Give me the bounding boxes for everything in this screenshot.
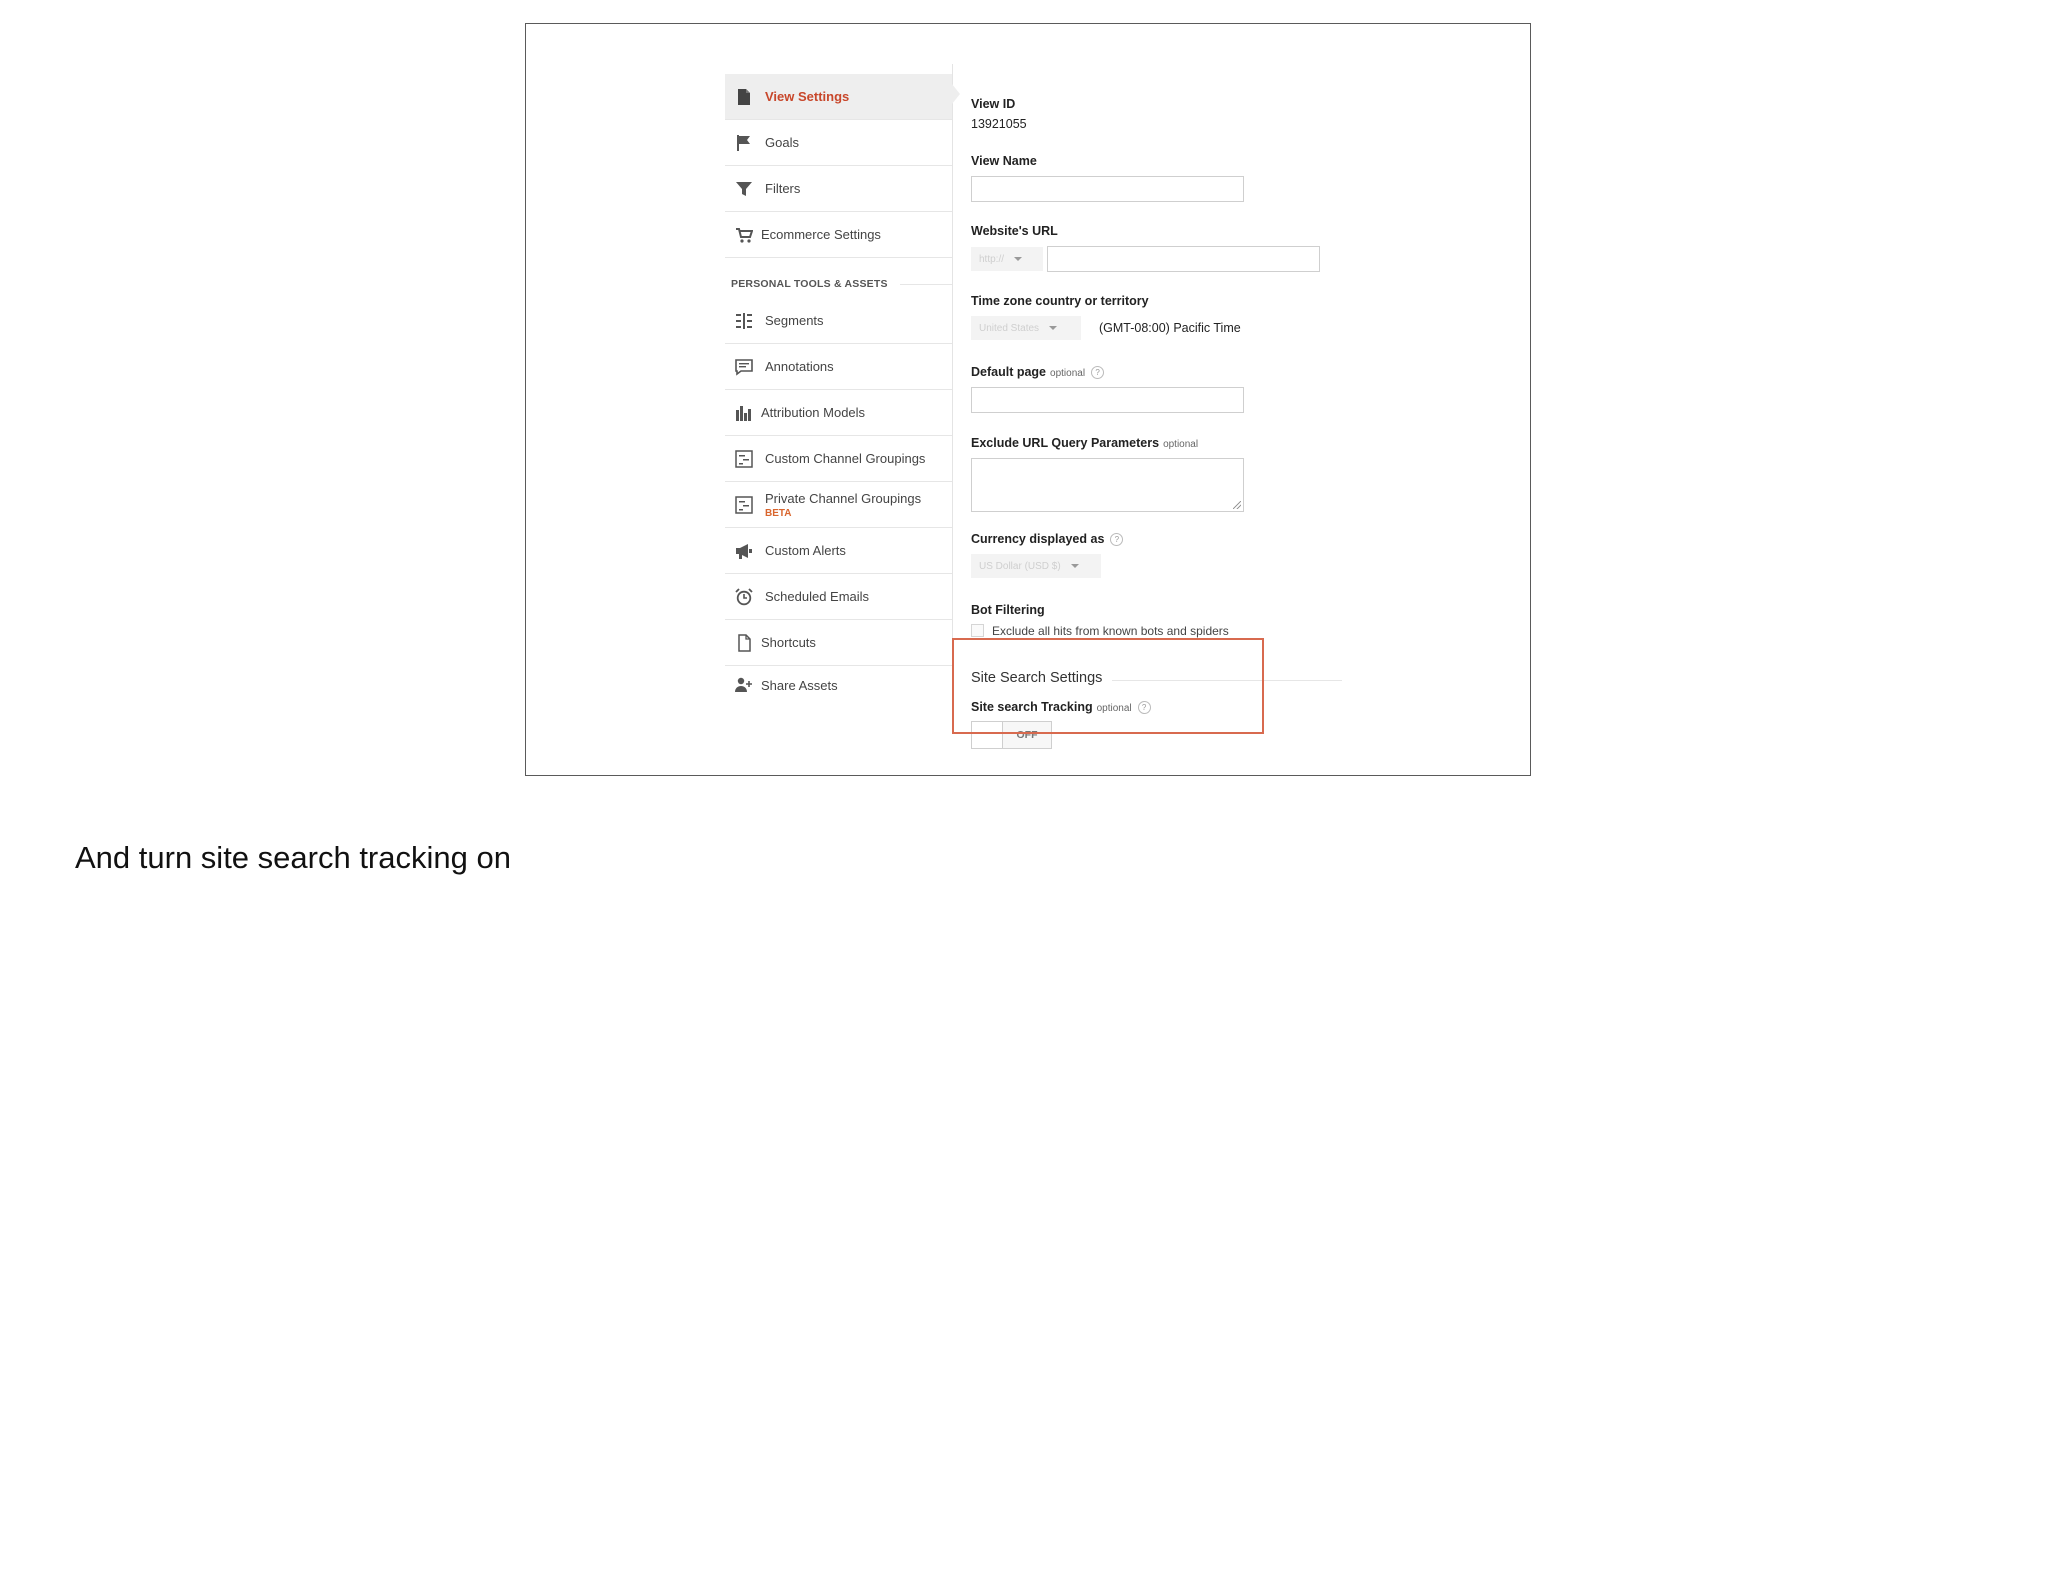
sidebar-item-label: Private Channel Groupings — [765, 490, 922, 506]
cart-icon — [733, 224, 755, 246]
timezone-field: Time zone country or territory United St… — [971, 294, 1391, 340]
slide-caption: And turn site search tracking on — [75, 840, 511, 875]
timezone-label: Time zone country or territory — [971, 294, 1149, 308]
channel-grouping-icon — [733, 494, 755, 516]
document-icon — [733, 86, 755, 108]
chevron-down-icon — [1070, 564, 1079, 568]
protocol-select[interactable]: http:// — [971, 247, 1043, 271]
sidebar-item-label: Attribution Models — [761, 405, 866, 420]
add-user-icon — [733, 674, 755, 696]
sidebar-item-ecommerce-settings[interactable]: Ecommerce Settings — [725, 212, 952, 258]
country-select[interactable]: United States — [971, 316, 1081, 340]
exclude-bots-label: Exclude all hits from known bots and spi… — [992, 623, 1229, 638]
currency-select[interactable]: US Dollar (USD $) — [971, 554, 1101, 578]
sidebar-item-label: Filters — [765, 181, 801, 196]
sidebar: View Settings Goals Filters Ecommerce Se… — [725, 74, 952, 704]
website-url-field: Website's URL http:// — [971, 224, 1320, 272]
annotation-icon — [733, 356, 755, 378]
segments-icon — [733, 310, 755, 332]
megaphone-icon — [733, 540, 755, 562]
bot-filtering-field: Bot Filtering Exclude all hits from know… — [971, 603, 1391, 640]
website-url-label: Website's URL — [971, 224, 1058, 238]
sidebar-item-custom-channel-groupings[interactable]: Custom Channel Groupings — [725, 436, 952, 482]
screenshot-frame: View Settings Goals Filters Ecommerce Se… — [525, 23, 1531, 776]
sidebar-item-share-assets[interactable]: Share Assets — [725, 666, 952, 704]
view-name-field: View Name — [971, 154, 1244, 202]
sidebar-divider — [952, 64, 953, 676]
section-heading-personal-tools: PERSONAL TOOLS & ASSETS — [725, 258, 952, 298]
sidebar-item-segments[interactable]: Segments — [725, 298, 952, 344]
beta-badge: BETA — [765, 507, 792, 519]
filter-icon — [733, 178, 755, 200]
optional-tag: optional — [1050, 368, 1086, 379]
flag-icon — [733, 132, 755, 154]
active-tab-notch — [952, 84, 960, 104]
view-id-value: 13921055 — [971, 117, 1027, 131]
default-page-field: Default page optional? — [971, 365, 1244, 413]
sidebar-item-label: Ecommerce Settings — [761, 227, 881, 242]
website-url-input[interactable] — [1047, 246, 1320, 272]
bar-chart-icon — [733, 402, 755, 424]
sidebar-item-shortcuts[interactable]: Shortcuts — [725, 620, 952, 666]
help-icon[interactable]: ? — [1091, 366, 1105, 379]
channel-grouping-icon — [733, 448, 755, 470]
sidebar-item-view-settings[interactable]: View Settings — [725, 74, 952, 120]
view-name-label: View Name — [971, 154, 1037, 168]
sidebar-item-label: Custom Channel Groupings — [765, 451, 926, 466]
sidebar-item-annotations[interactable]: Annotations — [725, 344, 952, 390]
sidebar-item-label: Shortcuts — [761, 635, 816, 650]
exclude-params-textarea[interactable] — [971, 458, 1244, 512]
sidebar-item-filters[interactable]: Filters — [725, 166, 952, 212]
sidebar-item-private-channel-groupings[interactable]: Private Channel Groupings BETA — [725, 482, 952, 528]
sidebar-item-label: Annotations — [765, 359, 834, 374]
exclude-bots-checkbox[interactable] — [971, 624, 984, 638]
sidebar-item-scheduled-emails[interactable]: Scheduled Emails — [725, 574, 952, 620]
chevron-down-icon — [1049, 326, 1058, 330]
sidebar-item-label: Custom Alerts — [765, 543, 846, 558]
sidebar-item-custom-alerts[interactable]: Custom Alerts — [725, 528, 952, 574]
sidebar-item-label: View Settings — [765, 89, 850, 104]
site-search-highlight-box — [952, 638, 1264, 734]
chevron-down-icon — [1014, 257, 1023, 261]
exclude-params-label: Exclude URL Query Parameters — [971, 436, 1160, 450]
view-id-field: View ID 13921055 — [971, 97, 1027, 131]
sidebar-item-goals[interactable]: Goals — [725, 120, 952, 166]
optional-tag: optional — [1163, 439, 1199, 450]
sidebar-item-label: Goals — [765, 135, 799, 150]
shortcut-icon — [733, 632, 755, 654]
default-page-label: Default page — [971, 365, 1047, 379]
alarm-clock-icon — [733, 586, 755, 608]
view-name-input[interactable] — [971, 176, 1244, 202]
sidebar-item-attribution-models[interactable]: Attribution Models — [725, 390, 952, 436]
sidebar-item-label: Segments — [765, 313, 824, 328]
bot-filtering-label: Bot Filtering — [971, 603, 1045, 617]
sidebar-item-label: Share Assets — [761, 677, 838, 693]
view-id-label: View ID — [971, 97, 1016, 111]
timezone-value: (GMT-08:00) Pacific Time — [1099, 321, 1241, 335]
currency-label: Currency displayed as — [971, 532, 1105, 546]
exclude-params-field: Exclude URL Query Parameters optional — [971, 436, 1391, 512]
default-page-input[interactable] — [971, 387, 1244, 413]
help-icon[interactable]: ? — [1110, 533, 1124, 546]
currency-field: Currency displayed as? US Dollar (USD $) — [971, 532, 1124, 578]
sidebar-item-label: Scheduled Emails — [765, 589, 870, 604]
